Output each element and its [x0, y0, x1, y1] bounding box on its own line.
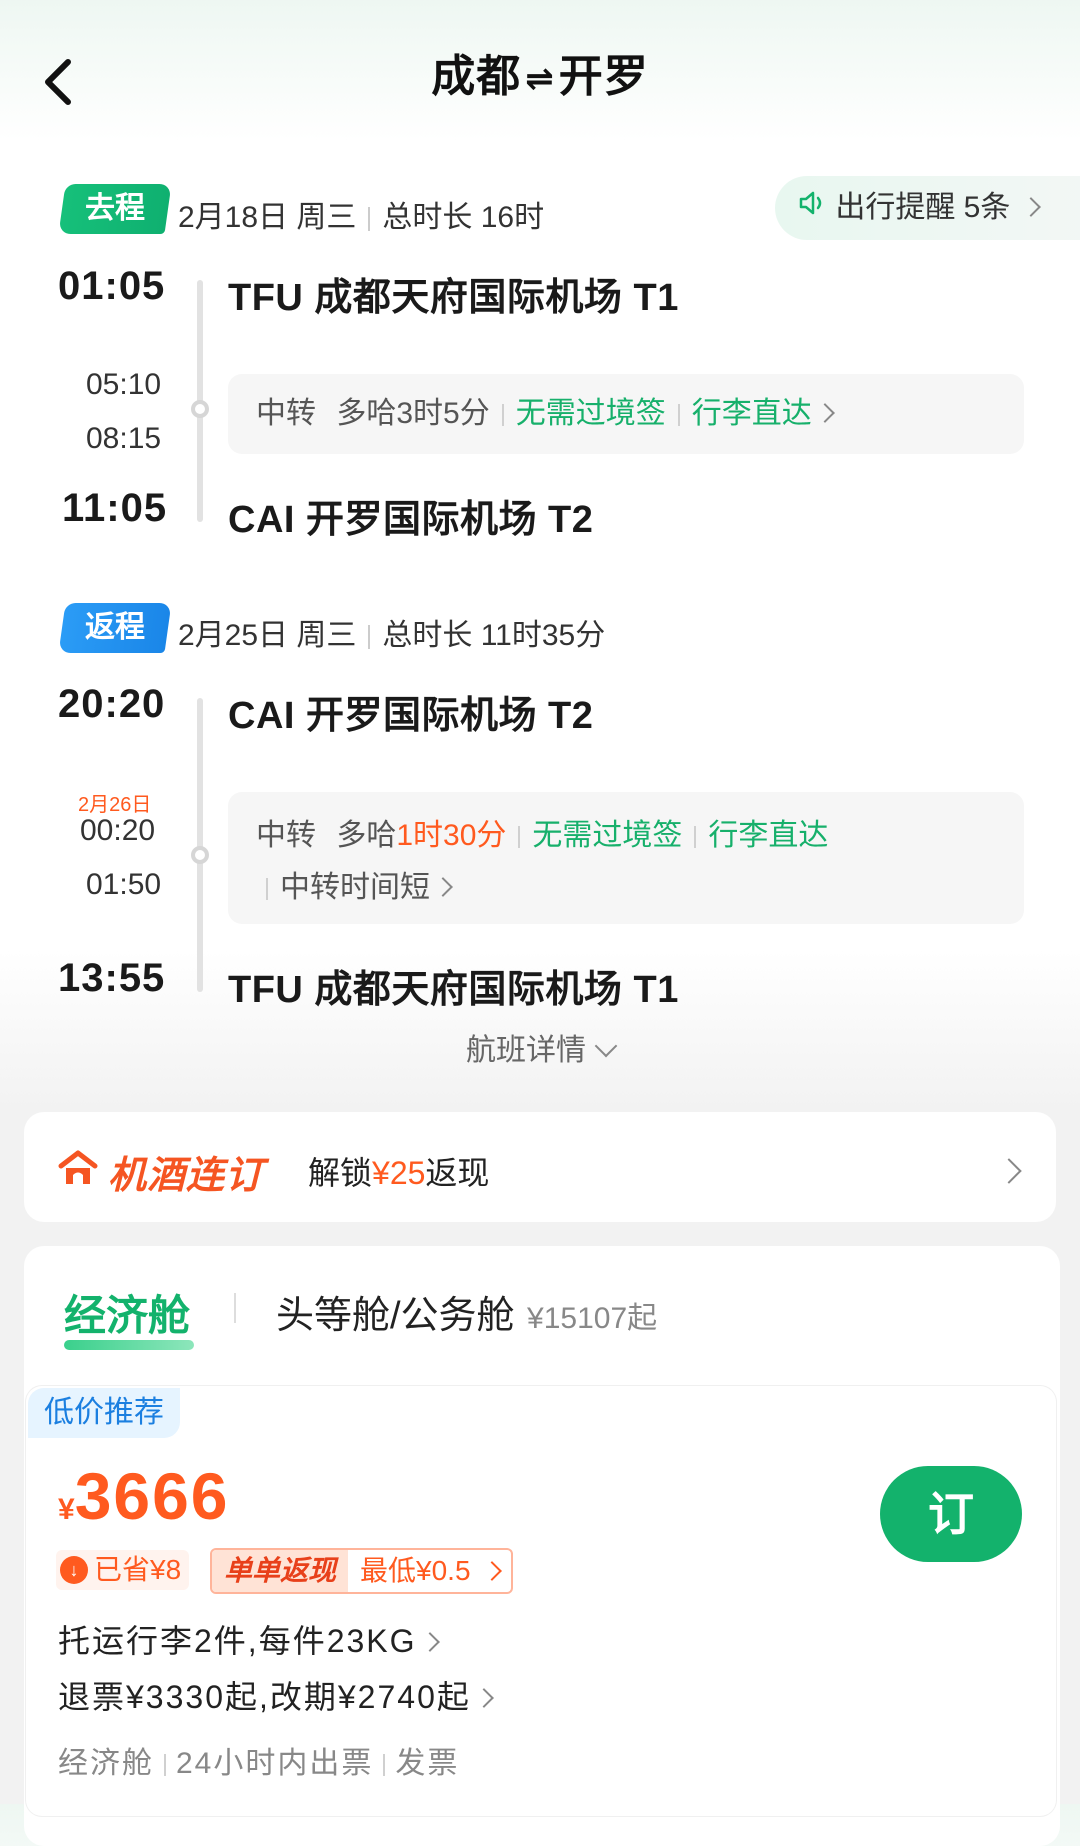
transfer-info[interactable]: 中转 多哈1时30分 无需过境签 行李直达 中转时间短 [228, 792, 1024, 924]
origin-city: 成都 [431, 52, 522, 101]
outbound-duration: 总时长 16时 [382, 201, 545, 234]
hotel-bundle-banner[interactable]: 机酒连订 解锁¥25返现 [24, 1112, 1056, 1222]
speaker-icon [797, 177, 827, 241]
transfer-depart-time: 08:15 [86, 422, 162, 455]
down-arrow-icon: ↓ [60, 1555, 88, 1584]
transfer-duration: 1时30分 [396, 819, 507, 852]
swap-icon: ⇌ [525, 60, 555, 99]
chevron-right-icon [481, 1560, 502, 1581]
transfer-city-time: 多哈3时5分 [336, 397, 490, 430]
chevron-right-icon [419, 1631, 440, 1652]
bundle-title: 机酒连订 [108, 1155, 265, 1197]
transfer-arrive-time: 00:20 [80, 814, 156, 847]
book-button[interactable]: 订 [880, 1466, 1022, 1562]
chevron-right-icon [433, 877, 453, 897]
arrive-airport: CAI 开罗国际机场 T2 [228, 499, 594, 541]
chevron-right-icon [996, 1158, 1022, 1184]
next-day-date: 2月26日 [78, 794, 152, 816]
return-date: 2月25日 周三 [178, 619, 357, 652]
destination-city: 开罗 [558, 52, 649, 101]
saved-badge: ↓ 已省¥8 [56, 1550, 190, 1590]
chevron-right-icon [1021, 197, 1042, 217]
baggage-through-label: 行李直达 [708, 819, 829, 852]
transfer-dot [191, 846, 209, 864]
first-class-price: ¥15107起 [527, 1302, 658, 1335]
baggage-through-label: 行李直达 [691, 397, 812, 430]
transfer-dot [191, 400, 209, 418]
baggage-info[interactable]: 托运行李2件,每件23KG [58, 1616, 440, 1662]
tab-economy[interactable]: 经济舱 [64, 1282, 190, 1343]
arrive-time: 11:05 [62, 486, 168, 530]
flight-detail-toggle[interactable]: 航班详情 [0, 1025, 1080, 1069]
no-visa-label: 无需过境签 [515, 397, 666, 430]
arrive-time: 13:55 [58, 956, 166, 1000]
return-tag: 返程 [58, 603, 172, 653]
no-visa-label: 无需过境签 [532, 819, 683, 852]
outbound-info: 2月18日 周三 总时长 16时 [178, 192, 544, 236]
transfer-depart-time: 01:50 [86, 868, 162, 901]
fare-footnote: 经济舱 24小时内出票 发票 [58, 1747, 460, 1780]
outbound-tag: 去程 [58, 184, 172, 234]
route-line [197, 698, 203, 992]
chevron-down-icon [594, 1034, 618, 1058]
depart-airport: TFU 成都天府国际机场 T1 [228, 277, 679, 319]
depart-time: 01:05 [58, 264, 166, 308]
refund-change-info[interactable]: 退票¥3330起,改期¥2740起 [58, 1672, 494, 1718]
travel-reminder-button[interactable]: 出行提醒 5条 [775, 176, 1080, 240]
depart-airport: CAI 开罗国际机场 T2 [228, 695, 594, 737]
transfer-info[interactable]: 中转 多哈3时5分 无需过境签 行李直达 [228, 374, 1024, 454]
arrive-airport: TFU 成都天府国际机场 T1 [228, 969, 679, 1011]
transfer-arrive-time: 05:10 [86, 368, 162, 401]
fare-price: ¥3666 [58, 1459, 230, 1533]
depart-time: 20:20 [58, 682, 166, 726]
cashback-badge[interactable]: 单单返现 最低¥0.5 [210, 1548, 513, 1594]
tab-first-business[interactable]: 头等舱/公务舱 ¥15107起 [276, 1284, 657, 1339]
bundle-offer: 解锁¥25返现 [308, 1155, 490, 1191]
chevron-right-icon [814, 403, 835, 423]
reminder-text: 出行提醒 5条 [835, 191, 1011, 224]
short-transfer-warning: 中转时间短 [280, 871, 430, 904]
low-price-tag: 低价推荐 [28, 1388, 180, 1438]
tab-active-indicator [64, 1340, 194, 1350]
page-title: 成都 ⇌开罗 [0, 40, 1080, 104]
chevron-right-icon [473, 1687, 494, 1708]
house-icon [58, 1148, 98, 1193]
return-duration: 总时长 11时35分 [382, 619, 606, 652]
outbound-date: 2月18日 周三 [178, 201, 357, 234]
return-info: 2月25日 周三 总时长 11时35分 [178, 610, 605, 654]
